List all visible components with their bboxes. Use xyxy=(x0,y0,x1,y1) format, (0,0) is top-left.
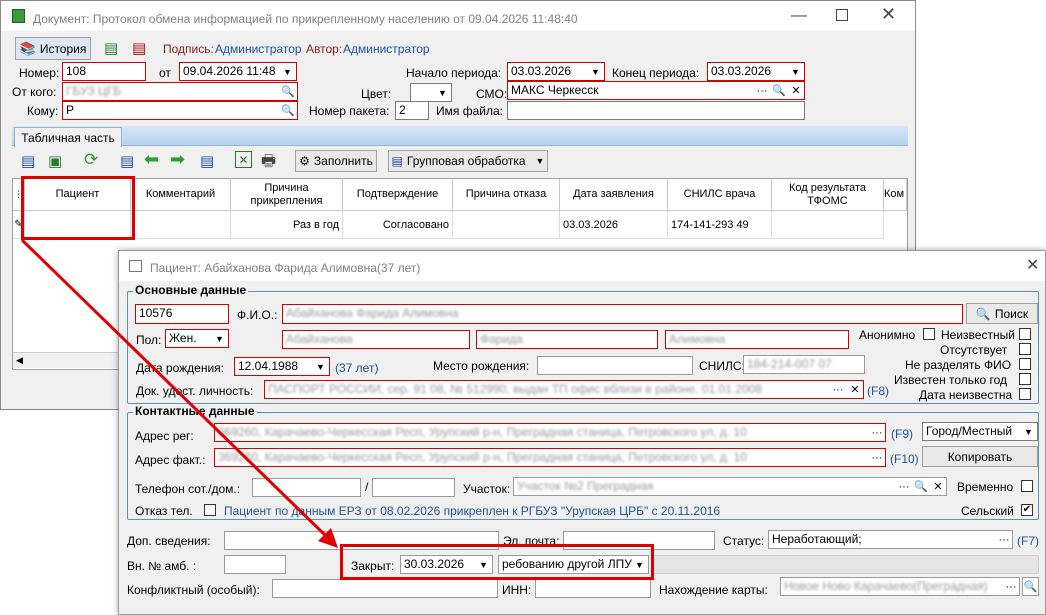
red-arrow xyxy=(20,238,338,548)
arrow-line xyxy=(20,238,328,538)
